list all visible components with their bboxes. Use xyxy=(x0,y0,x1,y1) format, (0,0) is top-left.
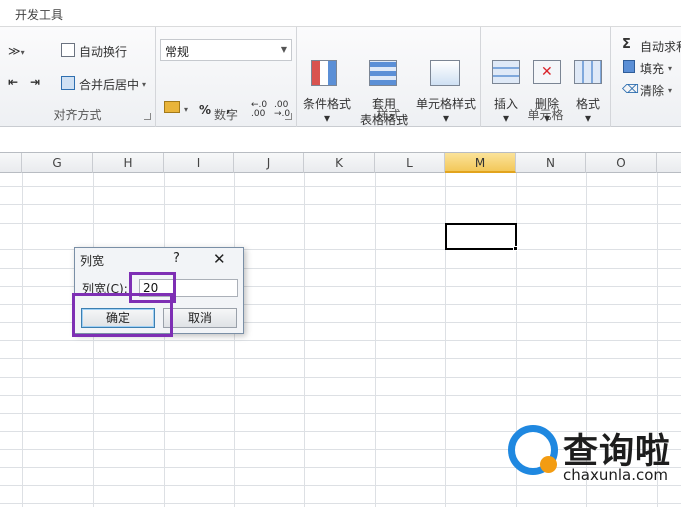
insert-dropdown-icon: ▾ xyxy=(502,111,510,125)
format-label: 格式 xyxy=(575,97,600,111)
selected-cell[interactable] xyxy=(445,223,517,250)
column-header-n[interactable]: N xyxy=(516,153,586,173)
fill-button[interactable]: 填充 xyxy=(640,60,664,77)
conditional-format-icon xyxy=(311,60,337,86)
dialog-title: 列宽 xyxy=(80,254,105,268)
delete-button[interactable]: ✕ 删除 ▾ xyxy=(527,54,567,134)
cell-styles-button[interactable]: 单元格样式 ▾ xyxy=(413,54,479,134)
column-header-l[interactable]: L xyxy=(375,153,445,173)
delete-x-icon: ✕ xyxy=(541,64,553,80)
column-headers: G H I J K L M N O xyxy=(0,152,681,173)
fill-handle[interactable] xyxy=(513,246,518,251)
comma-button[interactable]: , xyxy=(226,101,231,115)
increase-decimal-icon[interactable]: ←.0.00 xyxy=(251,101,267,119)
group-alignment: ≫▾ ⇤ ⇥ 自动换行 合并后居中 ▾ 对齐方式 xyxy=(0,27,156,127)
tab-developer[interactable]: 开发工具 xyxy=(15,6,63,23)
orientation-icon[interactable]: ≫▾ xyxy=(8,44,25,58)
table-format-dropdown-icon[interactable]: ▾ xyxy=(404,115,408,124)
increase-indent-icon[interactable]: ⇥ xyxy=(30,75,40,89)
percent-button[interactable]: % xyxy=(199,103,211,117)
grid-hline xyxy=(0,377,681,378)
fill-icon xyxy=(623,60,635,73)
column-header-o[interactable]: O xyxy=(586,153,657,173)
grid-hline xyxy=(0,485,681,486)
format-dropdown-icon: ▾ xyxy=(584,111,592,125)
column-header-m[interactable]: M xyxy=(445,153,516,173)
decrease-decimal-icon[interactable]: .00 →.0 xyxy=(274,101,290,119)
clear-eraser-icon: ⌫ xyxy=(622,82,639,96)
grid-hline xyxy=(0,413,681,414)
grid-hline xyxy=(0,204,681,205)
conditional-format-dropdown-icon: ▾ xyxy=(323,111,331,125)
watermark-url: chaxunla.com xyxy=(563,466,668,484)
grid-hline xyxy=(0,186,681,187)
number-format-select[interactable]: 常规 ▼ xyxy=(160,39,292,61)
format-icon xyxy=(574,60,602,84)
insert-button[interactable]: 插入 ▾ xyxy=(486,54,526,134)
cancel-button[interactable]: 取消 xyxy=(163,308,237,328)
grid-hline xyxy=(0,503,681,504)
formula-bar-area xyxy=(0,127,681,152)
insert-icon xyxy=(492,60,520,84)
table-format-label-1: 套用 xyxy=(371,97,396,111)
grid-hline xyxy=(0,223,681,224)
column-header-h[interactable]: H xyxy=(93,153,164,173)
accounting-format-icon[interactable] xyxy=(164,101,180,113)
grid-hline xyxy=(0,358,681,359)
conditional-format-button[interactable]: 条件格式 ▾ xyxy=(299,54,355,134)
accounting-dropdown-icon[interactable]: ▾ xyxy=(184,105,188,114)
number-format-dropdown-icon[interactable]: ▼ xyxy=(281,45,287,54)
column-header-i[interactable]: I xyxy=(164,153,234,173)
autosum-button[interactable]: 自动求和 xyxy=(640,38,681,55)
wrap-text-icon xyxy=(61,43,75,57)
number-format-value: 常规 xyxy=(165,45,190,59)
insert-label: 插入 xyxy=(493,97,518,111)
autosum-sigma-icon[interactable]: Σ xyxy=(622,37,631,52)
column-header-k[interactable]: K xyxy=(304,153,375,173)
column-header-partial[interactable] xyxy=(0,153,22,173)
close-icon[interactable]: ✕ xyxy=(213,250,226,268)
group-label-alignment: 对齐方式 xyxy=(53,108,102,122)
column-header-g[interactable]: G xyxy=(22,153,93,173)
delete-label: 删除 xyxy=(534,97,559,111)
format-button[interactable]: 格式 ▾ xyxy=(568,54,608,134)
merge-center-dropdown-icon[interactable]: ▾ xyxy=(142,80,146,89)
highlight-ok-button xyxy=(72,293,173,337)
clear-dropdown-icon[interactable]: ▾ xyxy=(668,86,672,95)
wrap-text-button[interactable]: 自动换行 xyxy=(79,43,127,60)
help-icon[interactable]: ? xyxy=(173,251,180,266)
merge-center-icon xyxy=(61,76,75,90)
ribbon-tab-strip: 开发工具 xyxy=(0,0,681,27)
decrease-indent-icon[interactable]: ⇤ xyxy=(8,75,18,89)
cell-styles-dropdown-icon: ▾ xyxy=(442,111,450,125)
fill-dropdown-icon[interactable]: ▾ xyxy=(668,64,672,73)
grid-hline xyxy=(0,340,681,341)
grid-hline xyxy=(0,395,681,396)
delete-dropdown-icon: ▾ xyxy=(543,111,551,125)
clear-button[interactable]: 清除 xyxy=(640,82,664,99)
conditional-format-label: 条件格式 xyxy=(302,97,351,111)
alignment-launcher-icon[interactable] xyxy=(144,113,151,120)
cell-styles-label: 单元格样式 xyxy=(415,97,476,111)
merge-center-button[interactable]: 合并后居中 xyxy=(79,76,139,93)
ribbon: ≫▾ ⇤ ⇥ 自动换行 合并后居中 ▾ 对齐方式 数字 常规 ▼ ▾ % , ←… xyxy=(0,27,681,127)
table-format-icon xyxy=(369,60,397,86)
watermark-logo-dot-icon xyxy=(540,456,557,473)
column-header-j[interactable]: J xyxy=(234,153,304,173)
cell-styles-icon xyxy=(430,60,460,86)
